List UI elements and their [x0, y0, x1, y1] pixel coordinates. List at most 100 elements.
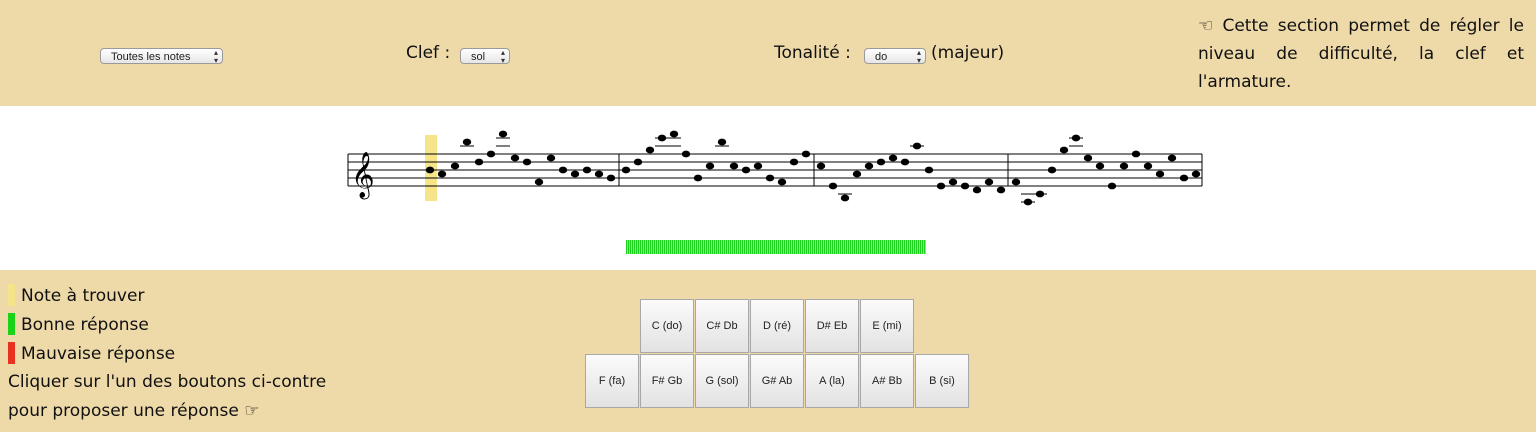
note-head [840, 194, 850, 202]
key-d[interactable]: D (ré) [750, 299, 804, 353]
note-head [888, 154, 898, 162]
note-head [789, 158, 799, 166]
note-head [936, 182, 946, 190]
note-head [582, 166, 592, 174]
staff-lines [348, 153, 1202, 187]
note-head [1035, 190, 1045, 198]
note-head [852, 170, 862, 178]
note-head [621, 166, 631, 174]
legend-swatch-red [8, 342, 15, 364]
note-head [510, 154, 520, 162]
note-head [669, 130, 679, 138]
key-a-sharp[interactable]: A# Bb [860, 354, 914, 408]
key-c-sharp[interactable]: C# Db [695, 299, 749, 353]
note-head [1167, 154, 1177, 162]
note-head [960, 182, 970, 190]
note-head [1071, 134, 1081, 142]
note-head [570, 170, 580, 178]
note-head [450, 162, 460, 170]
note-head [1107, 182, 1117, 190]
level-select[interactable]: Toutes les notes ▴ ▾ [100, 48, 223, 65]
clef-select-value: sol [471, 51, 486, 63]
note-head [900, 158, 910, 166]
note-head [645, 146, 655, 154]
legend-label: Bonne réponse [21, 315, 149, 335]
note-head [498, 130, 508, 138]
score-area: 𝄞 [0, 106, 1536, 270]
select-arrows-icon: ▴ ▾ [500, 48, 505, 65]
note-head [558, 166, 568, 174]
instruction-text: pour proposer une réponse [8, 401, 239, 421]
note-head [924, 166, 934, 174]
note-head [462, 138, 472, 146]
note-head [1155, 170, 1165, 178]
legend-label: Note à trouver [21, 286, 145, 306]
note-head [681, 150, 691, 158]
key-mode: (majeur) [931, 43, 1005, 63]
note-head [1059, 146, 1069, 154]
legend-item-target: Note à trouver [8, 284, 144, 306]
note-head [1179, 174, 1189, 182]
note-head [816, 162, 826, 170]
level-select-value: Toutes les notes [111, 51, 191, 63]
note-head [486, 150, 496, 158]
note-head [1011, 178, 1021, 186]
note-head [425, 166, 435, 174]
note-head [633, 158, 643, 166]
instructions: Cliquer sur l'un des boutons ci-contre p… [8, 368, 368, 426]
note-head [1131, 150, 1141, 158]
note-head [1023, 198, 1033, 206]
select-arrows-icon: ▴ ▾ [916, 48, 921, 65]
note-head [972, 186, 982, 194]
key-g[interactable]: G (sol) [695, 354, 749, 408]
note-head [729, 162, 739, 170]
note-head [984, 178, 994, 186]
note-head [996, 186, 1006, 194]
note-head [546, 154, 556, 162]
clef-select[interactable]: sol ▴ ▾ [460, 48, 510, 65]
note-head [912, 142, 922, 150]
key-f-sharp[interactable]: F# Gb [640, 354, 694, 408]
key-g-sharp[interactable]: G# Ab [750, 354, 804, 408]
key-e[interactable]: E (mi) [860, 299, 914, 353]
pointing-hand-right-icon: ☞ [244, 401, 260, 421]
key-f[interactable]: F (fa) [585, 354, 639, 408]
legend-item-wrong: Mauvaise réponse [8, 342, 175, 364]
clef-label: Clef : [406, 43, 451, 63]
note-head [765, 174, 775, 182]
legend-label: Mauvaise réponse [21, 344, 176, 364]
note-head [864, 162, 874, 170]
key-label: Tonalité : [774, 43, 851, 63]
progress-fill [626, 240, 926, 254]
help-text: Cette section permet de régler le niveau… [1198, 16, 1524, 92]
note-head [717, 138, 727, 146]
note-head [876, 158, 886, 166]
note-head [1191, 170, 1201, 178]
key-c[interactable]: C (do) [640, 299, 694, 353]
key-b[interactable]: B (si) [915, 354, 969, 408]
note-head [474, 158, 484, 166]
note-head [828, 182, 838, 190]
progress-bar [626, 240, 926, 254]
note-head [801, 150, 811, 158]
select-arrows-icon: ▴ ▾ [213, 48, 218, 65]
note-head [657, 134, 667, 142]
legend-swatch-yellow [8, 284, 15, 306]
note-head [1047, 166, 1057, 174]
note-head [1143, 162, 1153, 170]
answer-bar: Note à trouver Bonne réponse Mauvaise ré… [0, 270, 1536, 432]
note-head [741, 166, 751, 174]
legend-swatch-green [8, 313, 15, 335]
note-head [705, 162, 715, 170]
settings-bar: Toutes les notes ▴ ▾ Clef : sol ▴ ▾ Tonali… [0, 0, 1536, 106]
key-a[interactable]: A (la) [805, 354, 859, 408]
instruction-line-1: Cliquer sur l'un des boutons ci-contre [8, 372, 327, 392]
note-head [534, 178, 544, 186]
settings-help-text: ☜ Cette section permet de régler le nive… [1198, 12, 1524, 96]
key-select[interactable]: do ▴ ▾ [864, 48, 926, 65]
key-d-sharp[interactable]: D# Eb [805, 299, 859, 353]
note-head [606, 174, 616, 182]
notes [425, 130, 1201, 206]
note-head [753, 162, 763, 170]
instruction-line-2: pour proposer une réponse ☞ [8, 397, 368, 426]
